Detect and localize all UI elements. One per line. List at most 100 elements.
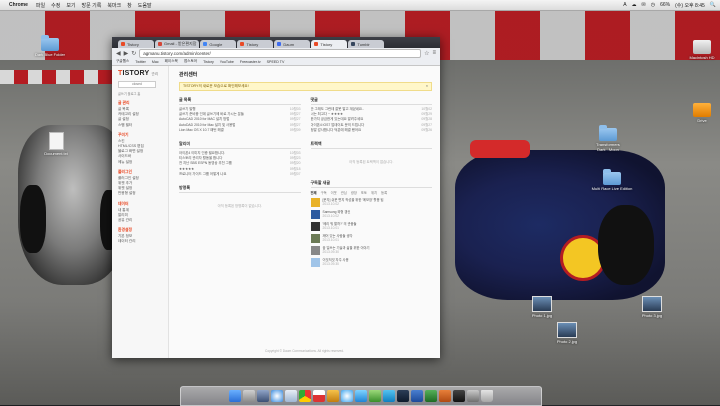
clock[interactable]: (수) 오후 8:45 [675, 2, 705, 9]
panel-title[interactable]: 방명록 [179, 185, 301, 194]
menu-app-name[interactable]: Chrome [9, 2, 28, 8]
terminal-icon[interactable] [453, 390, 465, 402]
browser-tab[interactable]: Google [200, 40, 237, 48]
filter-tab[interactable]: 관심 [341, 190, 347, 195]
desktop-folder-icon-2[interactable]: Transformers Dark...Moon [586, 125, 630, 152]
forward-arrow-icon[interactable]: ▶ [124, 50, 129, 57]
cloud-icon[interactable]: ☁ [632, 2, 637, 9]
notice-banner[interactable]: TISTORY의 새로운 모습으로 확인해보세요! × [179, 82, 432, 91]
feed-item[interactable]: 깨어 있는 사람들 생각 2013.10.01 [310, 234, 433, 244]
bookmark-item[interactable]: Mac [152, 60, 159, 64]
desktop-orange-drive-icon[interactable]: Drive [680, 103, 720, 123]
desktop-document-icon[interactable]: Document.txt [34, 132, 78, 156]
timemachine-icon[interactable]: ◷ [651, 2, 655, 9]
desktop-photo-icon[interactable]: Photo 1.jpg [520, 296, 564, 318]
bookmark-item[interactable]: 페이스북 [165, 59, 178, 64]
bookmark-item[interactable]: 구글웹스 [116, 59, 129, 64]
filter-tab[interactable]: 이웃 [331, 190, 337, 195]
chrome-icon[interactable] [299, 390, 311, 402]
bookmark-item[interactable]: SPEED TV [267, 60, 285, 64]
browser-tab[interactable]: Tumblr [348, 40, 385, 48]
feed-item[interactable]: 꿈 일쓰는 기술과 삶을 위한 이야기 2013.09.30 [310, 246, 433, 256]
sidebar-group-head[interactable]: 글 관리 [118, 101, 168, 106]
desktop-folder-icon[interactable]: Dark Blue Folder [28, 35, 72, 57]
menu-icon[interactable]: ≡ [432, 50, 436, 56]
browser-tab[interactable]: Tistory [118, 40, 154, 48]
safari-icon[interactable] [271, 390, 283, 402]
mission-control-icon[interactable] [257, 390, 269, 402]
feed-item[interactable]: '메리 뭐 할까?' 의 관중들 2013.10.01 [310, 222, 433, 232]
menu-item-help[interactable]: 도움말 [138, 2, 152, 9]
mail-icon[interactable]: ✉ [642, 2, 646, 9]
feed-item[interactable]: [문자] 쉬운 편지 작성을 위한 '메모장' 활용 팁 2013.10.02 [310, 198, 433, 208]
panel-title[interactable]: 구독할 새글 [310, 180, 432, 189]
system-preferences-icon[interactable] [467, 390, 479, 402]
desktop-hdd-icon[interactable]: Macintosh HD [680, 40, 720, 60]
bookmark-item[interactable]: 앱스토어 [184, 59, 197, 64]
sidebar-group-head[interactable]: 데이터 [118, 202, 168, 207]
messages-icon[interactable] [355, 390, 367, 402]
input-menu-icon[interactable]: A [623, 2, 626, 9]
list-item[interactable]: Lion Mac OS X 10.7 패턴 해결 09월09 [179, 128, 301, 133]
feed-item[interactable]: 이것저것 자주 사용 2013.09.30 [310, 258, 433, 268]
browser-tab[interactable]: Gmail - 받은편지함 [155, 40, 200, 48]
tistory-logo[interactable]: TISTORY 관리 [118, 70, 168, 77]
calendar-icon[interactable] [313, 390, 325, 402]
panel-title[interactable]: 트랙백 [310, 141, 432, 150]
sidebar-group-head[interactable]: 꾸미기 [118, 133, 168, 138]
photos-icon[interactable] [327, 390, 339, 402]
facetime-icon[interactable] [369, 390, 381, 402]
itunes-icon[interactable] [341, 390, 353, 402]
bookmark-item[interactable]: Tistory [203, 60, 214, 64]
menu-item-view[interactable]: 보기 [66, 2, 75, 9]
mail-icon[interactable] [285, 390, 297, 402]
sidebar-top-links[interactable]: 글쓰기 블로그 홈 [118, 91, 168, 96]
bookmark-item[interactable]: Freecaster.tv [240, 60, 261, 64]
browser-tab[interactable]: Daum [274, 40, 311, 48]
sidebar-item[interactable]: 스팸 필터 [118, 123, 168, 128]
list-item[interactable]: 정말 감사합니다 덕분에 해결 됐어요 09월26 [311, 128, 433, 133]
panel-title[interactable]: 알리미 [179, 141, 301, 150]
menu-item-window[interactable]: 창 [127, 2, 132, 9]
filter-tab[interactable]: 포토 [361, 190, 367, 195]
filter-tab[interactable]: 구독 [321, 190, 327, 195]
menu-item-history[interactable]: 방문 기록 [82, 2, 102, 9]
close-icon[interactable]: × [426, 83, 428, 90]
desktop-photo-icon-3[interactable]: Photo 3.jpg [630, 296, 674, 318]
launchpad-icon[interactable] [243, 390, 255, 402]
finder-icon[interactable] [229, 390, 241, 402]
bookmark-item[interactable]: Twitter [135, 60, 146, 64]
panel-title[interactable]: 글 목록 [179, 97, 301, 105]
menu-item-edit[interactable]: 수정 [51, 2, 60, 9]
excel-icon[interactable] [425, 390, 437, 402]
battery-status[interactable]: 66% [660, 2, 670, 9]
sidebar-group-head[interactable]: 환경설정 [118, 228, 168, 233]
trash-icon[interactable] [481, 390, 493, 402]
sidebar-item[interactable]: 데이터 관리 [118, 239, 168, 244]
filter-tab[interactable]: 전체 [311, 190, 317, 195]
blog-select[interactable]: closed [118, 81, 156, 88]
back-arrow-icon[interactable]: ◀ [116, 50, 121, 57]
desktop-photo-icon-2[interactable]: Photo 2.jpg [545, 322, 589, 344]
panel-title[interactable]: 댓글 [310, 97, 432, 105]
word-icon[interactable] [411, 390, 423, 402]
sidebar-group-head[interactable]: 플러그인 [118, 170, 168, 175]
browser-tab[interactable]: Tistory [237, 40, 274, 48]
list-item[interactable]: 프로니터 가이드 그룹 어떻게 나요 09월07 [179, 172, 301, 177]
sidebar-item[interactable]: 메뉴 설정 [118, 160, 168, 165]
menu-item-file[interactable]: 파일 [36, 2, 45, 9]
reload-icon[interactable]: ↻ [131, 50, 136, 57]
skype-icon[interactable] [383, 390, 395, 402]
address-bar[interactable]: agmanu.tistory.com/admin/center/ [139, 48, 422, 58]
star-icon[interactable]: ☆ [424, 50, 429, 57]
filter-tab[interactable]: 광장 [351, 190, 357, 195]
filter-tab[interactable]: 위치 [371, 190, 377, 195]
sidebar-item[interactable]: 공유 관리 [118, 218, 168, 223]
spotlight-icon[interactable]: 🔍 [710, 2, 716, 9]
powerpoint-icon[interactable] [439, 390, 451, 402]
sidebar-item[interactable]: 반응형 설정 [118, 191, 168, 196]
desktop-folder-icon-3[interactable]: Multi Race Live Edition [590, 169, 634, 191]
bookmark-item[interactable]: YouTube [220, 60, 234, 64]
filter-tab[interactable]: 등록 [381, 190, 387, 195]
feed-item[interactable]: Samsung 외형 갱신 2013.10.02 [310, 210, 433, 220]
